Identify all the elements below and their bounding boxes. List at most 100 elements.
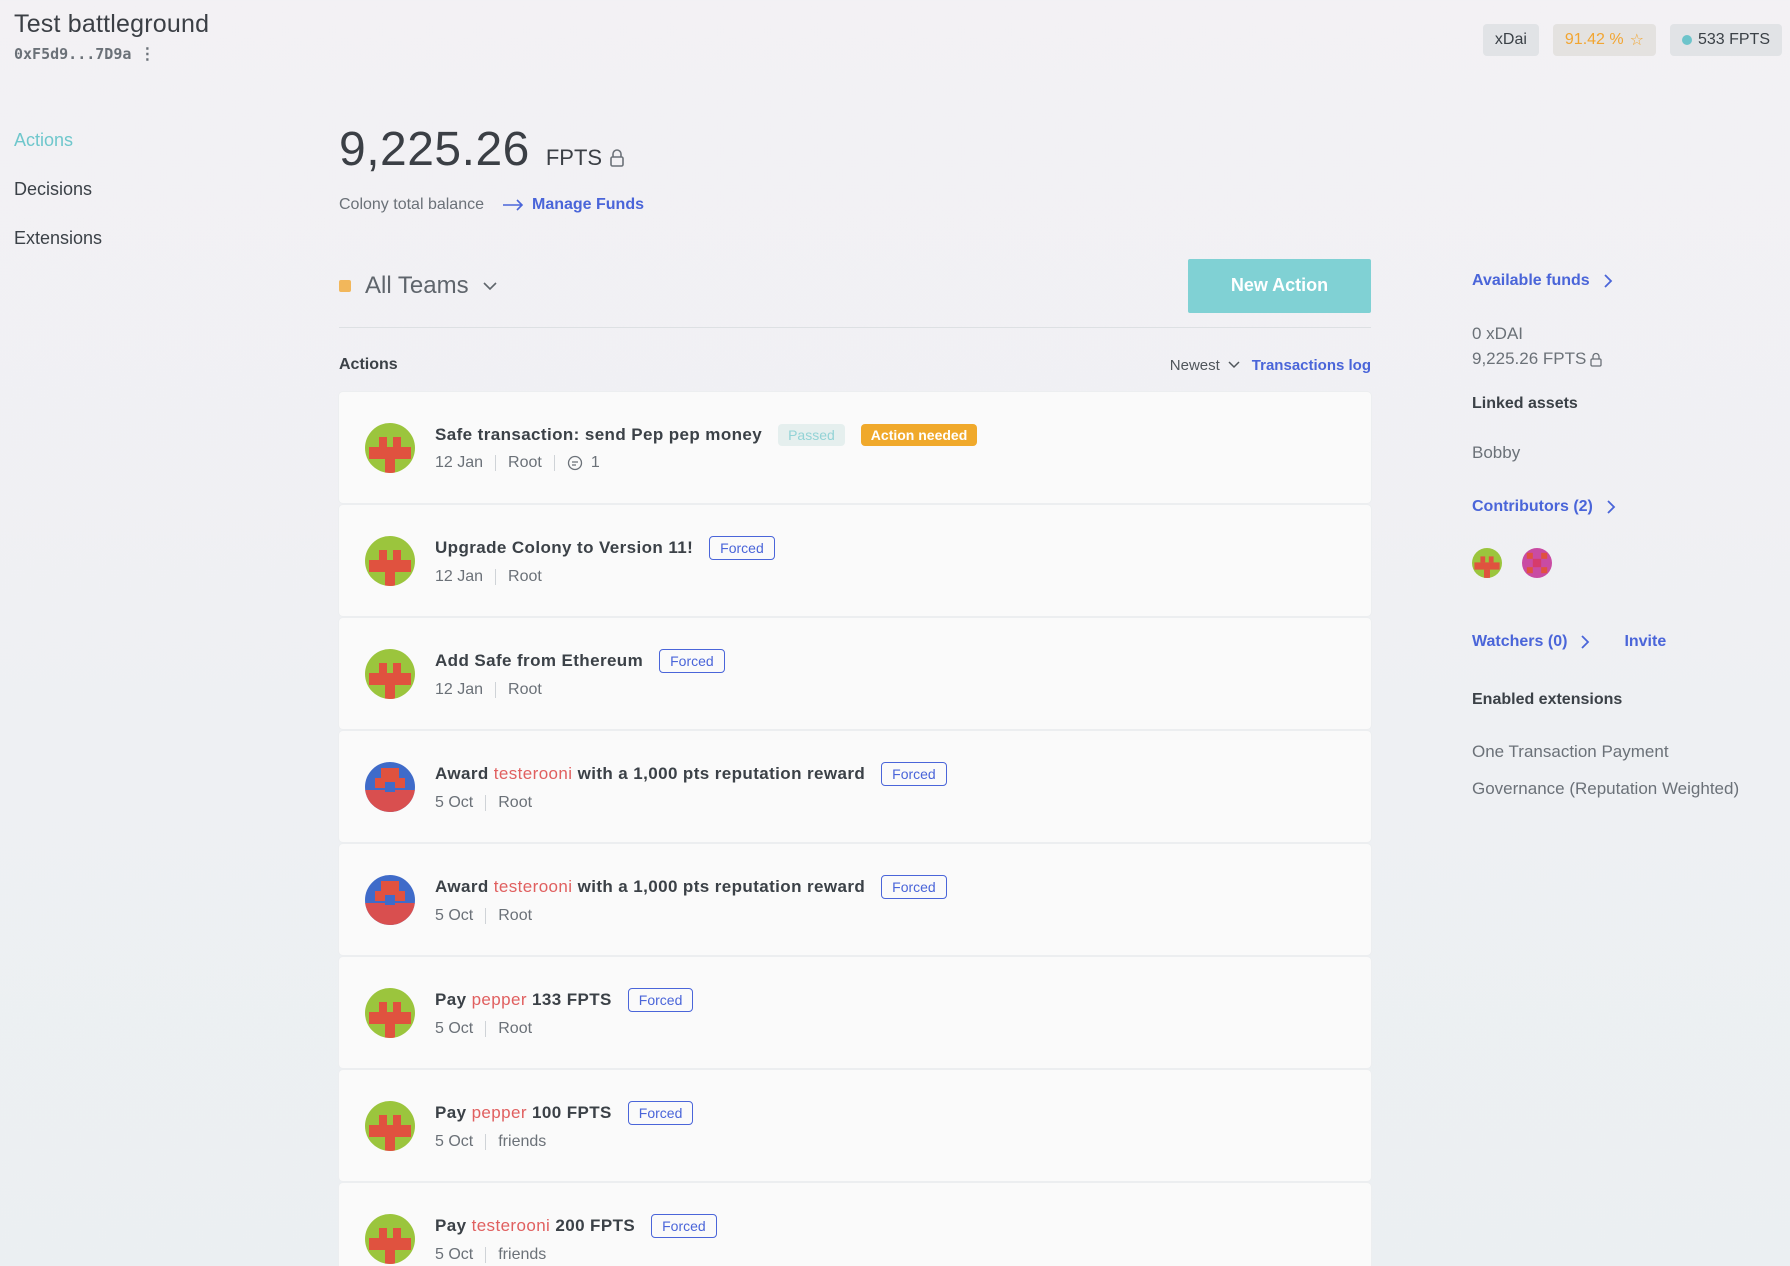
action-title-post: with a 1,000 pts reputation reward	[572, 763, 866, 783]
action-title: Safe transaction: send Pep pep money	[435, 425, 762, 445]
balance-token-symbol: FPTS	[545, 145, 603, 170]
user-avatar-icon	[365, 761, 415, 812]
action-team: Root	[498, 1019, 533, 1037]
avatar[interactable]	[1522, 548, 1552, 578]
action-title-text: Upgrade Colony to Version 11!	[435, 537, 694, 557]
action-card[interactable]: Pay testerooni 200 FPTS Forced 5 Oct fri…	[339, 1183, 1371, 1266]
action-title-user[interactable]: testerooni	[494, 877, 573, 896]
action-card-body: Pay pepper 133 FPTS Forced 5 Oct Root	[435, 987, 694, 1038]
action-title-row: Upgrade Colony to Version 11! Forced	[435, 535, 775, 560]
team-color-swatch	[339, 279, 351, 292]
avatar	[365, 1100, 415, 1151]
action-title-text: Safe transaction: send Pep pep money	[435, 424, 763, 444]
transactions-log-link[interactable]: Transactions log	[1252, 357, 1371, 374]
action-card[interactable]: Award testerooni with a 1,000 pts reputa…	[339, 844, 1371, 955]
comment-count-value: 1	[590, 453, 600, 471]
actions-list-header: Actions Newest Transactions log	[339, 356, 1371, 374]
meta-divider	[485, 794, 487, 811]
action-card[interactable]: Upgrade Colony to Version 11! Forced 12 …	[339, 505, 1371, 616]
meta-divider	[553, 454, 555, 471]
team-select[interactable]: All Teams	[339, 272, 497, 300]
action-meta: 12 Jan Root	[435, 568, 775, 586]
available-funds-link[interactable]: Available funds	[1472, 272, 1613, 290]
meta-divider	[485, 1020, 487, 1037]
action-card-body: Upgrade Colony to Version 11! Forced 12 …	[435, 535, 775, 586]
list-controls: Newest Transactions log	[1170, 357, 1371, 374]
extension-item[interactable]: Governance (Reputation Weighted)	[1472, 779, 1739, 799]
nav-item-extensions[interactable]: Extensions	[14, 228, 102, 249]
action-title-post: with a 1,000 pts reputation reward	[572, 876, 866, 896]
action-date: 5 Oct	[435, 906, 474, 924]
balance-token: FPTS	[546, 145, 626, 171]
action-title-pre: Pay	[435, 1215, 472, 1235]
action-card[interactable]: Pay pepper 100 FPTS Forced 5 Oct friends	[339, 1070, 1371, 1181]
user-balance: 533 FPTS	[1697, 31, 1770, 48]
action-card[interactable]: Safe transaction: send Pep pep money Pas…	[339, 392, 1371, 503]
linked-asset-item[interactable]: Bobby	[1472, 443, 1520, 463]
lock-icon	[1590, 352, 1602, 367]
colony-address-text: 0xF5d9...7D9a	[14, 45, 132, 63]
nav-item-actions[interactable]: Actions	[14, 130, 102, 151]
status-badge: Forced	[651, 1213, 717, 1238]
network-label: xDai	[1494, 31, 1527, 48]
action-card[interactable]: Award testerooni with a 1,000 pts reputa…	[339, 731, 1371, 842]
chevron-down-icon	[483, 281, 497, 290]
new-action-button[interactable]: New Action	[1188, 258, 1371, 313]
network-chip[interactable]: xDai	[1482, 24, 1539, 56]
status-badge: Action needed	[860, 423, 978, 446]
action-date: 12 Jan	[435, 453, 484, 471]
colony-name: Test battleground	[14, 10, 210, 38]
chevron-right-icon	[1604, 274, 1612, 288]
action-date: 5 Oct	[435, 1245, 474, 1263]
meta-divider	[495, 681, 497, 698]
action-team: Root	[508, 453, 542, 471]
action-team: friends	[498, 1132, 547, 1150]
action-title-row: Award testerooni with a 1,000 pts reputa…	[435, 874, 947, 899]
status-badge: Forced	[627, 987, 694, 1012]
nav-item-decisions[interactable]: Decisions	[14, 179, 102, 200]
action-meta: 5 Oct Root	[435, 907, 947, 925]
action-title: Upgrade Colony to Version 11!	[435, 538, 693, 558]
action-title-user[interactable]: testerooni	[472, 1216, 551, 1235]
user-avatar-icon	[365, 422, 415, 473]
user-avatar-icon	[365, 1100, 415, 1151]
action-card[interactable]: Pay pepper 133 FPTS Forced 5 Oct Root	[339, 957, 1371, 1068]
avatar	[365, 422, 415, 473]
invite-link[interactable]: Invite	[1624, 633, 1666, 651]
reputation-chip[interactable]: 91.42 % ☆	[1552, 24, 1656, 56]
action-title: Pay testerooni 200 FPTS	[435, 1216, 635, 1236]
action-meta: 5 Oct Root	[435, 794, 947, 812]
colony-address[interactable]: 0xF5d9...7D9a ⋮	[14, 45, 209, 63]
action-title-user[interactable]: pepper	[472, 1103, 527, 1122]
action-title: Award testerooni with a 1,000 pts reputa…	[435, 764, 865, 784]
avatar[interactable]	[1472, 548, 1502, 578]
status-badge: Forced	[709, 535, 775, 560]
extension-item[interactable]: One Transaction Payment	[1472, 742, 1669, 762]
team-filter-row: All Teams New Action	[339, 258, 1371, 328]
user-avatar-icon	[365, 874, 415, 925]
action-date: 12 Jan	[435, 680, 484, 698]
action-title-user[interactable]: pepper	[472, 990, 527, 1009]
action-team: Root	[508, 567, 542, 585]
user-balance-chip[interactable]: 533 FPTS	[1669, 24, 1782, 56]
user-avatar-icon	[365, 1213, 415, 1264]
chevron-down-icon	[1228, 361, 1240, 369]
status-badge: Forced	[659, 648, 725, 673]
kebab-menu-icon[interactable]: ⋮	[139, 46, 155, 62]
action-title-user[interactable]: testerooni	[494, 764, 573, 783]
action-title-post: 100 FPTS	[526, 1102, 612, 1122]
contributors-link[interactable]: Contributors (2)	[1472, 498, 1616, 516]
actions-list: Safe transaction: send Pep pep money Pas…	[339, 392, 1371, 1266]
action-card[interactable]: Add Safe from Ethereum Forced 12 Jan Roo…	[339, 618, 1371, 729]
funds-xdai: 0 xDAI	[1472, 324, 1524, 343]
comment-icon	[567, 455, 582, 470]
action-card-body: Add Safe from Ethereum Forced 12 Jan Roo…	[435, 648, 725, 699]
manage-funds-link[interactable]: Manage Funds	[502, 196, 644, 214]
action-title-row: Safe transaction: send Pep pep money Pas…	[435, 423, 978, 446]
action-title-row: Pay pepper 133 FPTS Forced	[435, 987, 694, 1012]
watchers-link[interactable]: Watchers (0)	[1472, 633, 1590, 651]
sort-select[interactable]: Newest	[1170, 357, 1240, 374]
avatar	[365, 648, 415, 699]
avatar	[365, 874, 415, 925]
action-card-body: Award testerooni with a 1,000 pts reputa…	[435, 761, 947, 812]
